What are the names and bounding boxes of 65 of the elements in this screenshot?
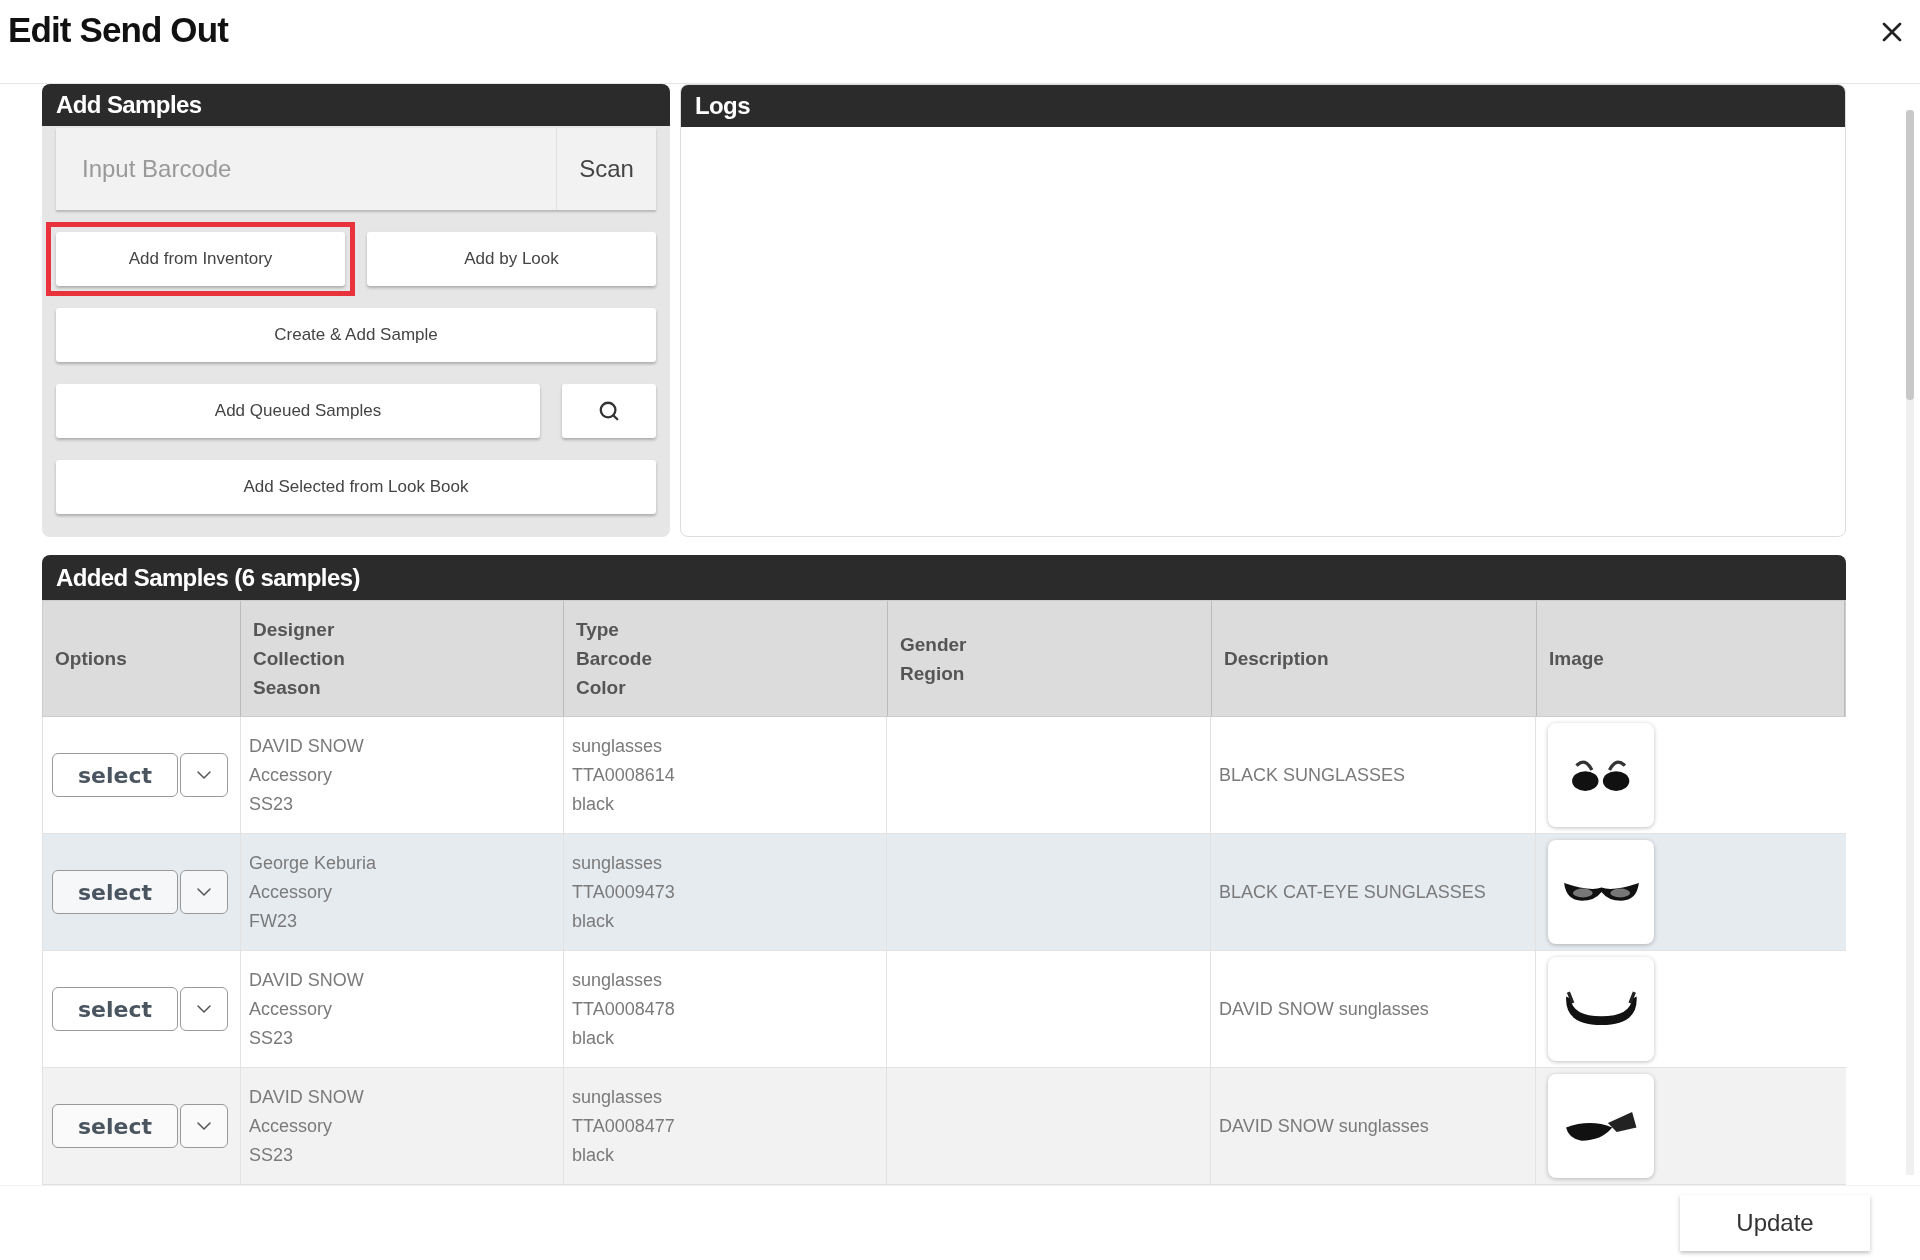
table-cell-text: TTA0008614 <box>572 763 676 787</box>
table-row[interactable]: select DAVID SNOW Accessory SS23 sunglasses TTA0008477 black DAVID SNOW sunglasses <box>42 1068 1846 1185</box>
select-button[interactable]: select <box>52 870 178 914</box>
panel-header: Add Samples <box>42 84 670 126</box>
table-cell-text: sunglasses <box>572 734 664 758</box>
column-header-line: Designer <box>253 618 336 642</box>
column-header-line: Image <box>1549 647 1605 671</box>
action-button[interactable]: Add Queued Samples <box>56 384 540 438</box>
barcode-field[interactable]: Input Barcode Scan <box>56 128 656 210</box>
table-cell-text: DAVID SNOW <box>249 734 365 758</box>
table-title-bar: Added Samples (6 samples) <box>42 555 1846 600</box>
table-cell-text: Accessory <box>249 763 334 787</box>
table-cell-text: Accessory <box>249 997 334 1021</box>
table-cell-text: DAVID SNOW <box>249 1085 365 1109</box>
column-header-line: Barcode <box>576 647 654 671</box>
table-cell-text: black <box>572 1143 616 1167</box>
column-header-line: Region <box>900 661 966 686</box>
column-header-line: Description <box>1224 647 1330 671</box>
table-row[interactable]: select DAVID SNOW Accessory SS23 sunglasses TTA0008478 black DAVID SNOW sunglasses <box>42 951 1846 1068</box>
scan-button[interactable]: Scan <box>556 128 656 210</box>
dropdown-button[interactable] <box>180 987 228 1031</box>
panel-header: Logs <box>681 85 1845 127</box>
table-cell-text: FW23 <box>249 909 298 933</box>
dropdown-button[interactable] <box>180 1104 228 1148</box>
select-button[interactable]: select <box>52 987 178 1031</box>
select-button[interactable]: select <box>52 753 178 797</box>
column-header-line: Color <box>576 676 627 700</box>
table-cell-text: sunglasses <box>572 1085 664 1109</box>
table-cell-text: George Keburia <box>249 851 378 875</box>
table-cell-text: SS23 <box>249 792 295 816</box>
action-button[interactable]: Create & Add Sample <box>56 308 656 362</box>
action-button[interactable]: Add by Look <box>367 232 656 286</box>
table-cell-text: TTA0008478 <box>572 997 676 1021</box>
select-button[interactable]: select <box>52 1104 178 1148</box>
table-cell-text: Accessory <box>249 1114 334 1138</box>
table-cell-text: TTA0008477 <box>572 1114 676 1138</box>
search-icon <box>598 400 620 422</box>
table-cell-text: TTA0009473 <box>572 880 676 904</box>
table-cell-text: SS23 <box>249 1143 295 1167</box>
column-header-line: Options <box>55 647 128 671</box>
table-cell-text: black <box>572 1026 616 1050</box>
column-header-line: Collection <box>253 647 346 671</box>
table-cell-text: sunglasses <box>572 851 664 875</box>
table-cell-text: BLACK CAT-EYE SUNGLASSES <box>1219 880 1486 904</box>
table-cell-text: DAVID SNOW sunglasses <box>1219 997 1429 1021</box>
search-button[interactable] <box>562 384 656 438</box>
table-cell-text: black <box>572 909 616 933</box>
update-button[interactable]: Update <box>1680 1195 1870 1251</box>
table-cell-text: BLACK SUNGLASSES <box>1219 763 1406 787</box>
table-row[interactable]: select George Keburia Accessory FW23 sunglasses TTA0009473 black BLACK CAT-EYE SUNGLASSES <box>42 834 1846 951</box>
action-button[interactable]: Add from Inventory <box>56 232 345 286</box>
table-cell-text: Accessory <box>249 880 334 904</box>
table-cell-text: DAVID SNOW <box>249 968 365 992</box>
dialog-title: Edit Send Out <box>8 9 228 51</box>
column-header-line: Season <box>253 676 322 700</box>
table-row[interactable]: select DAVID SNOW Accessory SS23 sunglasses TTA0008614 black BLACK SUNGLASSES <box>42 717 1846 834</box>
dropdown-button[interactable] <box>180 753 228 797</box>
table-cell-text: black <box>572 792 616 816</box>
table-cell-text: DAVID SNOW sunglasses <box>1219 1114 1429 1138</box>
action-button[interactable]: Add Selected from Look Book <box>56 460 656 514</box>
table-cell-text: sunglasses <box>572 968 664 992</box>
column-header-line: Gender <box>900 632 968 657</box>
column-header-line: Type <box>576 618 620 642</box>
dropdown-button[interactable] <box>180 870 228 914</box>
table-cell-text: SS23 <box>249 1026 295 1050</box>
